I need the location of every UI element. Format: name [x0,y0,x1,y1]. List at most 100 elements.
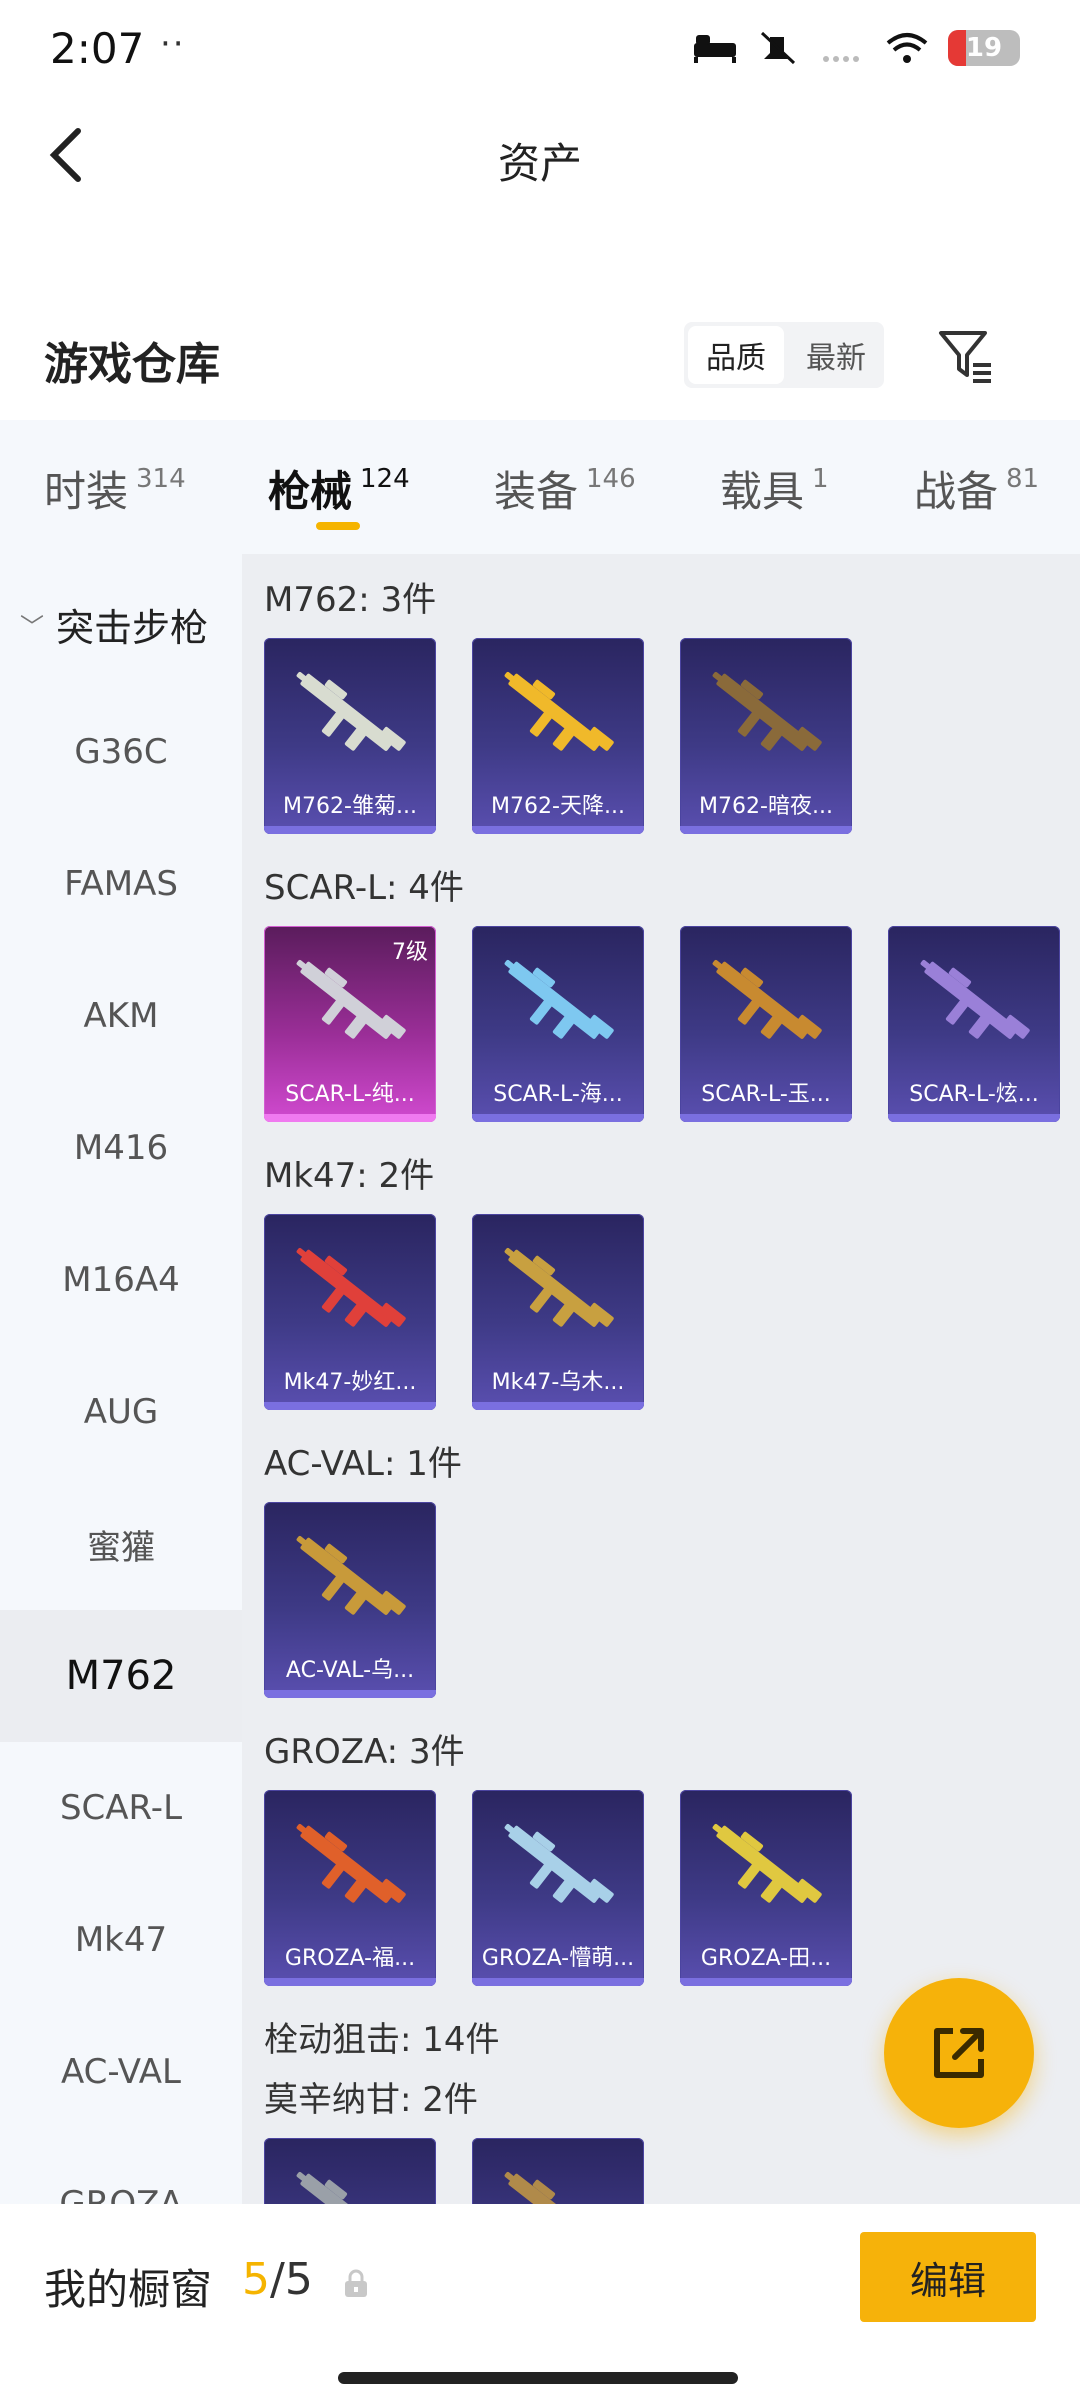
signal-icon [823,56,859,62]
sidebar-item-m762[interactable]: M762 [0,1610,242,1742]
showcase-footer: 我的橱窗 5/5 编辑 [0,2204,1080,2400]
header: 资产 [0,100,1080,210]
rarity-bar [264,1690,436,1698]
weapon-card-label: GROZA-福... [284,1946,416,1971]
rifle-icon [296,1536,406,1615]
showcase-label: 我的橱窗 [44,2265,213,2314]
weapon-card[interactable]: M762-雏菊... [264,638,436,834]
weapon-sidebar: ﹀ 突击步枪 G36C FAMAS AKM M416 M16A4 AUG 蜜獾 M… [0,554,242,2204]
rifle-icon [504,1248,614,1327]
weapon-card[interactable] [472,2138,644,2204]
rifle-icon [296,672,406,751]
tab-vehicles[interactable]: 载具 1 [720,458,829,519]
sidebar-item-groza[interactable]: GROZA [0,2138,242,2204]
rifle-icon [504,960,614,1039]
weapon-card[interactable]: GROZA-懵萌... [472,1790,644,1986]
rarity-bar [264,826,436,834]
weapon-card[interactable]: Mk47-乌木... [472,1214,644,1410]
rifle-icon [504,2172,603,2204]
tab-active-indicator [316,522,360,530]
weapon-card[interactable] [264,2138,436,2204]
weapon-card[interactable]: Mk47-妙红... [264,1214,436,1410]
group-title: AC-VAL: 1件 [264,1444,462,1484]
group-title: Mk47: 2件 [264,1156,435,1196]
rifle-icon [504,672,614,751]
weapon-card-label: GROZA-田... [700,1946,832,1971]
weapon-card-label: SCAR-L-玉... [701,1082,831,1107]
tab-supplies[interactable]: 战备 81 [914,458,1039,519]
edit-button[interactable]: 编辑 [860,2232,1036,2322]
sidebar-item-aug[interactable]: AUG [0,1346,242,1478]
sidebar-item-ac-val[interactable]: AC-VAL [0,2006,242,2138]
weapon-card[interactable]: AC-VAL-乌... [264,1502,436,1698]
sort-quality-option[interactable]: 品质 [688,326,784,384]
weapon-card[interactable]: GROZA-福... [264,1790,436,1986]
sidebar-item-famas[interactable]: FAMAS [0,818,242,950]
rifle-icon [712,960,822,1039]
section-row: 游戏仓库 品质 最新 [0,310,1080,400]
weapon-card-label: Mk47-乌木... [491,1370,625,1395]
rarity-bar [680,826,852,834]
status-bar: 2:07 ·· 19 [0,0,1080,100]
weapon-card[interactable]: SCAR-L-海... [472,926,644,1122]
tab-weapons[interactable]: 枪械 124 [268,458,410,519]
section-title: 游戏仓库 [44,339,220,390]
rifle-icon [296,1248,406,1327]
group-title: M762: 3件 [264,580,437,620]
weapon-card-label: Mk47-妙红... [283,1370,417,1395]
sidebar-item-mk47[interactable]: Mk47 [0,1874,242,2006]
sidebar-item-scar-l[interactable]: SCAR-L [0,1742,242,1874]
weapon-card[interactable]: GROZA-田... [680,1790,852,1986]
sidebar-heading[interactable]: ﹀ 突击步枪 [0,594,242,654]
bed-icon [694,35,736,63]
lock-icon [345,2269,367,2297]
sidebar-item-honey-badger[interactable]: 蜜獾 [0,1478,242,1610]
sidebar-item-g36c[interactable]: G36C [0,686,242,818]
group-title: SCAR-L: 4件 [264,868,464,908]
rarity-bar [264,1402,436,1410]
status-time: 2:07 [50,24,145,73]
share-button[interactable] [884,1978,1034,2128]
rarity-bar [680,1978,852,1986]
tab-fashion[interactable]: 时装 314 [44,458,186,519]
weapon-card[interactable]: SCAR-L-玉... [680,926,852,1122]
rarity-bar [472,826,644,834]
filter-button[interactable] [930,320,1000,390]
group-title: 栓动狙击: 14件 [264,2020,500,2060]
sort-newest-option[interactable]: 最新 [788,322,884,388]
chevron-down-icon: ﹀ [20,612,44,641]
rifle-icon [712,1824,822,1903]
status-dots: ·· [160,24,186,64]
weapon-card-label: SCAR-L-纯... [285,1082,415,1107]
rarity-bar [264,1978,436,1986]
weapon-card-label: M762-天降... [491,794,625,819]
home-indicator [338,2372,738,2384]
weapon-card-label: SCAR-L-炫... [909,1082,1039,1107]
weapon-card[interactable]: SCAR-L-炫... [888,926,1060,1122]
rifle-icon [504,1824,614,1903]
showcase-count: 5/5 [242,2254,313,2305]
rarity-bar [472,1402,644,1410]
rifle-icon [712,672,822,751]
rarity-bar [680,1114,852,1122]
weapon-card[interactable]: M762-暗夜... [680,638,852,834]
sidebar-item-akm[interactable]: AKM [0,950,242,1082]
rarity-bar [472,1978,644,1986]
group-title: 莫辛纳甘: 2件 [264,2080,478,2120]
status-icons: 19 [692,30,1020,66]
sidebar-item-m416[interactable]: M416 [0,1082,242,1214]
rifle-icon [296,2172,395,2204]
sidebar-item-m16a4[interactable]: M16A4 [0,1214,242,1346]
weapon-card[interactable]: 7级 SCAR-L-纯... [264,926,436,1122]
weapon-card[interactable]: M762-天降... [472,638,644,834]
rifle-icon [296,1824,406,1903]
rarity-bar [472,1114,644,1122]
rarity-bar [264,1114,436,1122]
tab-equipment[interactable]: 装备 146 [494,458,636,519]
rarity-bar [888,1114,1060,1122]
category-tabs: 时装 314 枪械 124 装备 146 载具 1 战备 81 [0,420,1080,554]
battery-indicator: 19 [948,30,1020,66]
weapon-card-label: M762-雏菊... [283,794,417,819]
weapon-card-label: SCAR-L-海... [493,1082,623,1107]
rifle-icon [920,960,1030,1039]
